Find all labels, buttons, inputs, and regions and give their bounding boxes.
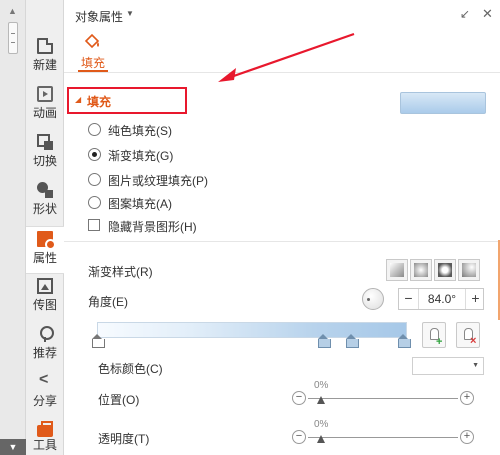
radio-button[interactable] bbox=[88, 173, 101, 186]
gradient-stop[interactable] bbox=[318, 334, 331, 348]
tool-upload-image[interactable]: 传图 bbox=[26, 274, 64, 322]
radio-button[interactable] bbox=[88, 148, 101, 161]
add-stop-button[interactable]: + bbox=[422, 322, 446, 348]
radio-button[interactable] bbox=[88, 196, 101, 209]
tool-label: 动画 bbox=[32, 106, 57, 120]
tab-fill-label: 填充 bbox=[80, 56, 105, 70]
linear-gradient-icon bbox=[390, 263, 404, 277]
position-slider[interactable]: − 0% + bbox=[292, 380, 474, 408]
tool-label: 切换 bbox=[32, 154, 57, 168]
option-label: 纯色填充(S) bbox=[108, 124, 172, 138]
tool-toolbox[interactable]: 工具 bbox=[26, 418, 64, 455]
plus-icon: + bbox=[436, 336, 443, 348]
pin-icon[interactable]: ↙ bbox=[460, 7, 470, 21]
divider bbox=[64, 241, 500, 242]
scroll-up-icon[interactable]: ▲ bbox=[8, 6, 17, 16]
decrement-button[interactable]: − bbox=[399, 289, 419, 309]
stop-color-label: 色标颜色(C) bbox=[98, 362, 163, 376]
transition-icon bbox=[37, 134, 53, 150]
fill-preview-swatch bbox=[400, 92, 486, 114]
gradient-stop[interactable] bbox=[92, 334, 105, 348]
tab-fill[interactable]: 填充 bbox=[78, 34, 108, 72]
panel-header: 对象属性 ▼ ↙ ✕ bbox=[64, 0, 500, 30]
path-gradient-icon bbox=[462, 263, 476, 277]
angle-value-input[interactable]: 84.0° bbox=[419, 289, 465, 309]
animation-icon bbox=[37, 86, 53, 102]
upload-image-icon bbox=[37, 278, 53, 294]
angle-dial[interactable] bbox=[362, 288, 384, 310]
increment-button[interactable]: + bbox=[465, 289, 485, 309]
slider-increment-button[interactable]: + bbox=[460, 430, 474, 444]
radial-gradient-icon bbox=[414, 263, 428, 277]
gradient-style-linear-button[interactable] bbox=[386, 259, 408, 281]
slider-track[interactable] bbox=[308, 437, 458, 438]
new-doc-icon bbox=[37, 38, 53, 54]
shape-icon bbox=[37, 182, 53, 198]
remove-icon: × bbox=[470, 335, 477, 347]
properties-icon bbox=[37, 231, 56, 250]
share-icon bbox=[37, 371, 53, 390]
transparency-value: 0% bbox=[314, 419, 329, 430]
transparency-slider[interactable]: − 0% + bbox=[292, 419, 474, 447]
left-scrollbar[interactable]: ▲ ▼ bbox=[0, 0, 26, 455]
close-icon[interactable]: ✕ bbox=[482, 6, 493, 22]
tool-label: 形状 bbox=[32, 202, 57, 216]
annotation-arrow bbox=[218, 32, 355, 82]
gradient-style-label: 渐变样式(R) bbox=[88, 265, 153, 279]
scroll-down-button[interactable]: ▼ bbox=[0, 439, 26, 455]
tool-share[interactable]: 分享 bbox=[26, 370, 64, 418]
fill-section-title: 填充 bbox=[87, 95, 112, 109]
tool-properties[interactable]: 属性 bbox=[26, 226, 64, 274]
paint-bucket-icon bbox=[84, 34, 100, 49]
position-value: 0% bbox=[314, 380, 329, 391]
tool-animation[interactable]: 动画 bbox=[26, 82, 64, 130]
option-label: 图案填充(A) bbox=[108, 197, 172, 211]
slider-thumb[interactable] bbox=[317, 396, 325, 404]
position-label: 位置(O) bbox=[98, 393, 140, 407]
recommend-icon bbox=[37, 326, 54, 342]
stop-color-dropdown[interactable]: ▼ bbox=[412, 357, 484, 375]
side-toolbar: 新建 动画 切换 形状 属性 传图 推荐 分享 工具 bbox=[26, 0, 64, 455]
object-properties-panel: 对象属性 ▼ ↙ ✕ 填充 ◢ 填充 纯色填充(S) 渐变填充(G) 图片或纹理… bbox=[64, 0, 500, 455]
tool-label: 工具 bbox=[32, 438, 57, 452]
slider-decrement-button[interactable]: − bbox=[292, 391, 306, 405]
fill-section-header[interactable]: ◢ 填充 bbox=[67, 87, 187, 114]
rectangular-gradient-icon bbox=[438, 263, 452, 277]
transparency-label: 透明度(T) bbox=[98, 432, 150, 446]
gradient-stop[interactable] bbox=[346, 334, 359, 348]
slider-increment-button[interactable]: + bbox=[460, 391, 474, 405]
radio-button[interactable] bbox=[88, 123, 101, 136]
collapse-triangle-icon: ◢ bbox=[75, 95, 82, 104]
gradient-style-path-button[interactable] bbox=[458, 259, 480, 281]
panel-title[interactable]: 对象属性 bbox=[75, 8, 123, 25]
gradient-style-radial-button[interactable] bbox=[410, 259, 432, 281]
scrollbar-thumb[interactable] bbox=[8, 22, 18, 54]
tool-label: 推荐 bbox=[32, 346, 57, 360]
gradient-stop[interactable] bbox=[398, 334, 411, 348]
tool-transition[interactable]: 切换 bbox=[26, 130, 64, 178]
hide-background-checkbox[interactable] bbox=[88, 219, 100, 231]
gradient-style-rect-button[interactable] bbox=[434, 259, 456, 281]
tool-recommend[interactable]: 推荐 bbox=[26, 322, 64, 370]
tool-label: 分享 bbox=[32, 394, 57, 408]
gradient-bar[interactable] bbox=[97, 322, 407, 338]
slider-track[interactable] bbox=[308, 398, 458, 399]
tool-shape[interactable]: 形状 bbox=[26, 178, 64, 226]
chevron-down-icon[interactable]: ▼ bbox=[126, 9, 134, 18]
toolbox-icon bbox=[37, 421, 53, 437]
angle-label: 角度(E) bbox=[88, 295, 128, 309]
option-label: 图片或纹理填充(P) bbox=[108, 174, 208, 188]
tool-label: 传图 bbox=[32, 298, 57, 312]
tool-label: 新建 bbox=[32, 58, 57, 72]
checkbox-label: 隐藏背景图形(H) bbox=[108, 220, 197, 234]
slider-thumb[interactable] bbox=[317, 435, 325, 443]
remove-stop-button[interactable]: × bbox=[456, 322, 480, 348]
tool-new[interactable]: 新建 bbox=[26, 34, 64, 82]
option-label: 渐变填充(G) bbox=[108, 149, 174, 163]
chevron-down-icon: ▼ bbox=[472, 362, 479, 369]
tool-label: 属性 bbox=[32, 251, 57, 265]
slider-decrement-button[interactable]: − bbox=[292, 430, 306, 444]
angle-stepper: − 84.0° + bbox=[398, 288, 484, 310]
